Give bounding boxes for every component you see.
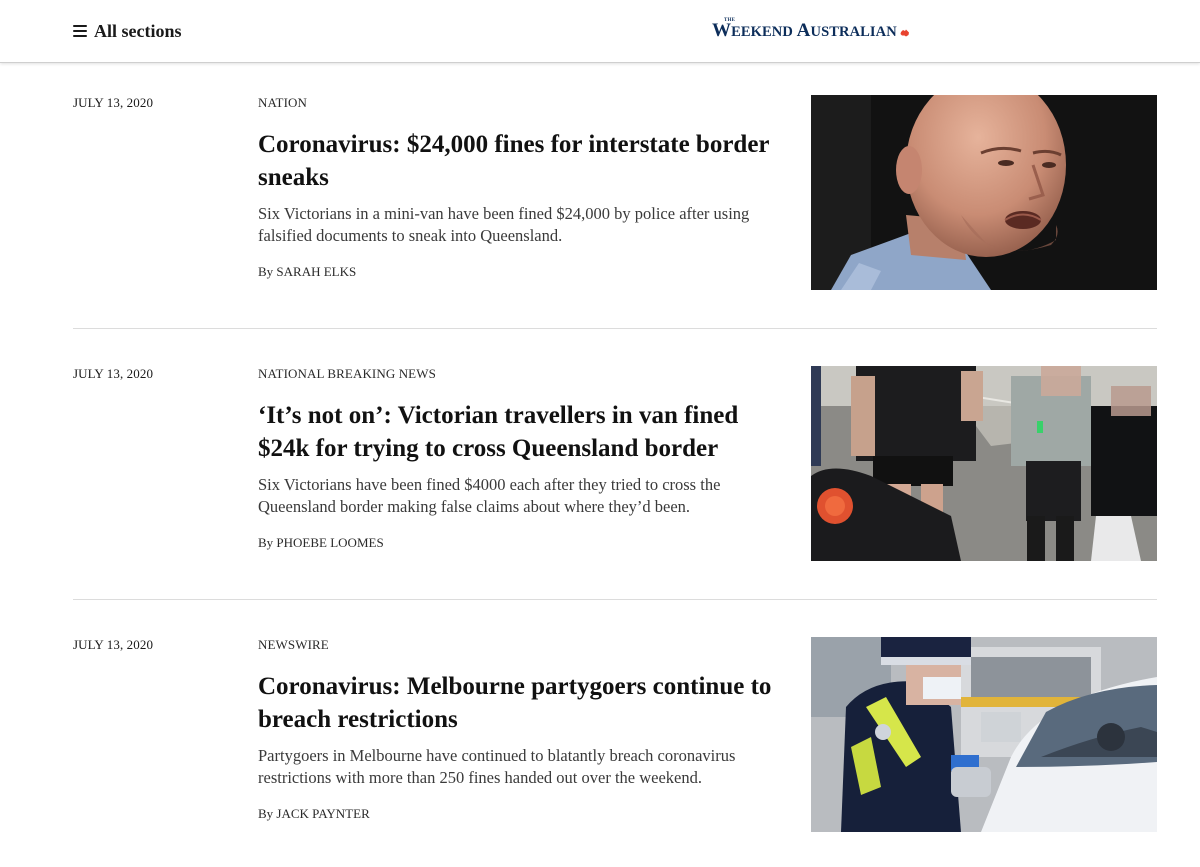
hamburger-menu-icon: [73, 25, 87, 37]
article-thumbnail[interactable]: [811, 95, 1157, 290]
article-divider: [73, 328, 1157, 329]
masthead-the: THE: [724, 18, 736, 23]
bald-man-speaking-photo: [811, 95, 1157, 290]
article-date: JULY 13, 2020: [73, 366, 154, 381]
article-byline: By PHOEBE LOOMES: [258, 535, 384, 550]
australia-map-icon: [900, 29, 909, 37]
all-sections-button[interactable]: All sections: [73, 19, 182, 43]
article-byline: By JACK PAYNTER: [258, 806, 370, 821]
article-author[interactable]: JACK PAYNTER: [276, 806, 369, 821]
article-standfirst: Partygoers in Melbourne have continued t…: [258, 746, 736, 787]
all-sections-label: All sections: [94, 20, 182, 41]
police-checkpoint-photo: [811, 637, 1157, 832]
article-thumbnail[interactable]: [811, 366, 1157, 561]
article-headline[interactable]: Coronavirus: Melbourne partygoers contin…: [258, 670, 788, 736]
article-date: JULY 13, 2020: [73, 637, 154, 652]
article-headline[interactable]: ‘It’s not on’: Victorian travellers in v…: [258, 399, 788, 465]
article-date: JULY 13, 2020: [73, 95, 154, 110]
masthead-wordmark: WEEKEND AUSTRALIAN: [712, 20, 897, 41]
site-header: All sections THE WEEKEND AUSTRALIAN: [0, 0, 1200, 63]
travellers-roadside-photo: [811, 366, 1157, 561]
article-author[interactable]: PHOEBE LOOMES: [276, 535, 383, 550]
article-standfirst: Six Victorians in a mini-van have been f…: [258, 204, 750, 245]
article-section[interactable]: NATIONAL BREAKING NEWS: [258, 366, 436, 382]
article-headline[interactable]: Coronavirus: $24,000 fines for interstat…: [258, 128, 788, 194]
article-author[interactable]: SARAH ELKS: [276, 264, 356, 279]
masthead-logo[interactable]: THE WEEKEND AUSTRALIAN: [712, 17, 910, 45]
article-divider: [73, 599, 1157, 600]
article-section[interactable]: NATION: [258, 95, 307, 111]
article-thumbnail[interactable]: [811, 637, 1157, 832]
article-byline: By SARAH ELKS: [258, 264, 357, 279]
article-standfirst: Six Victorians have been fined $4000 eac…: [258, 475, 721, 516]
article-section[interactable]: NEWSWIRE: [258, 637, 329, 653]
